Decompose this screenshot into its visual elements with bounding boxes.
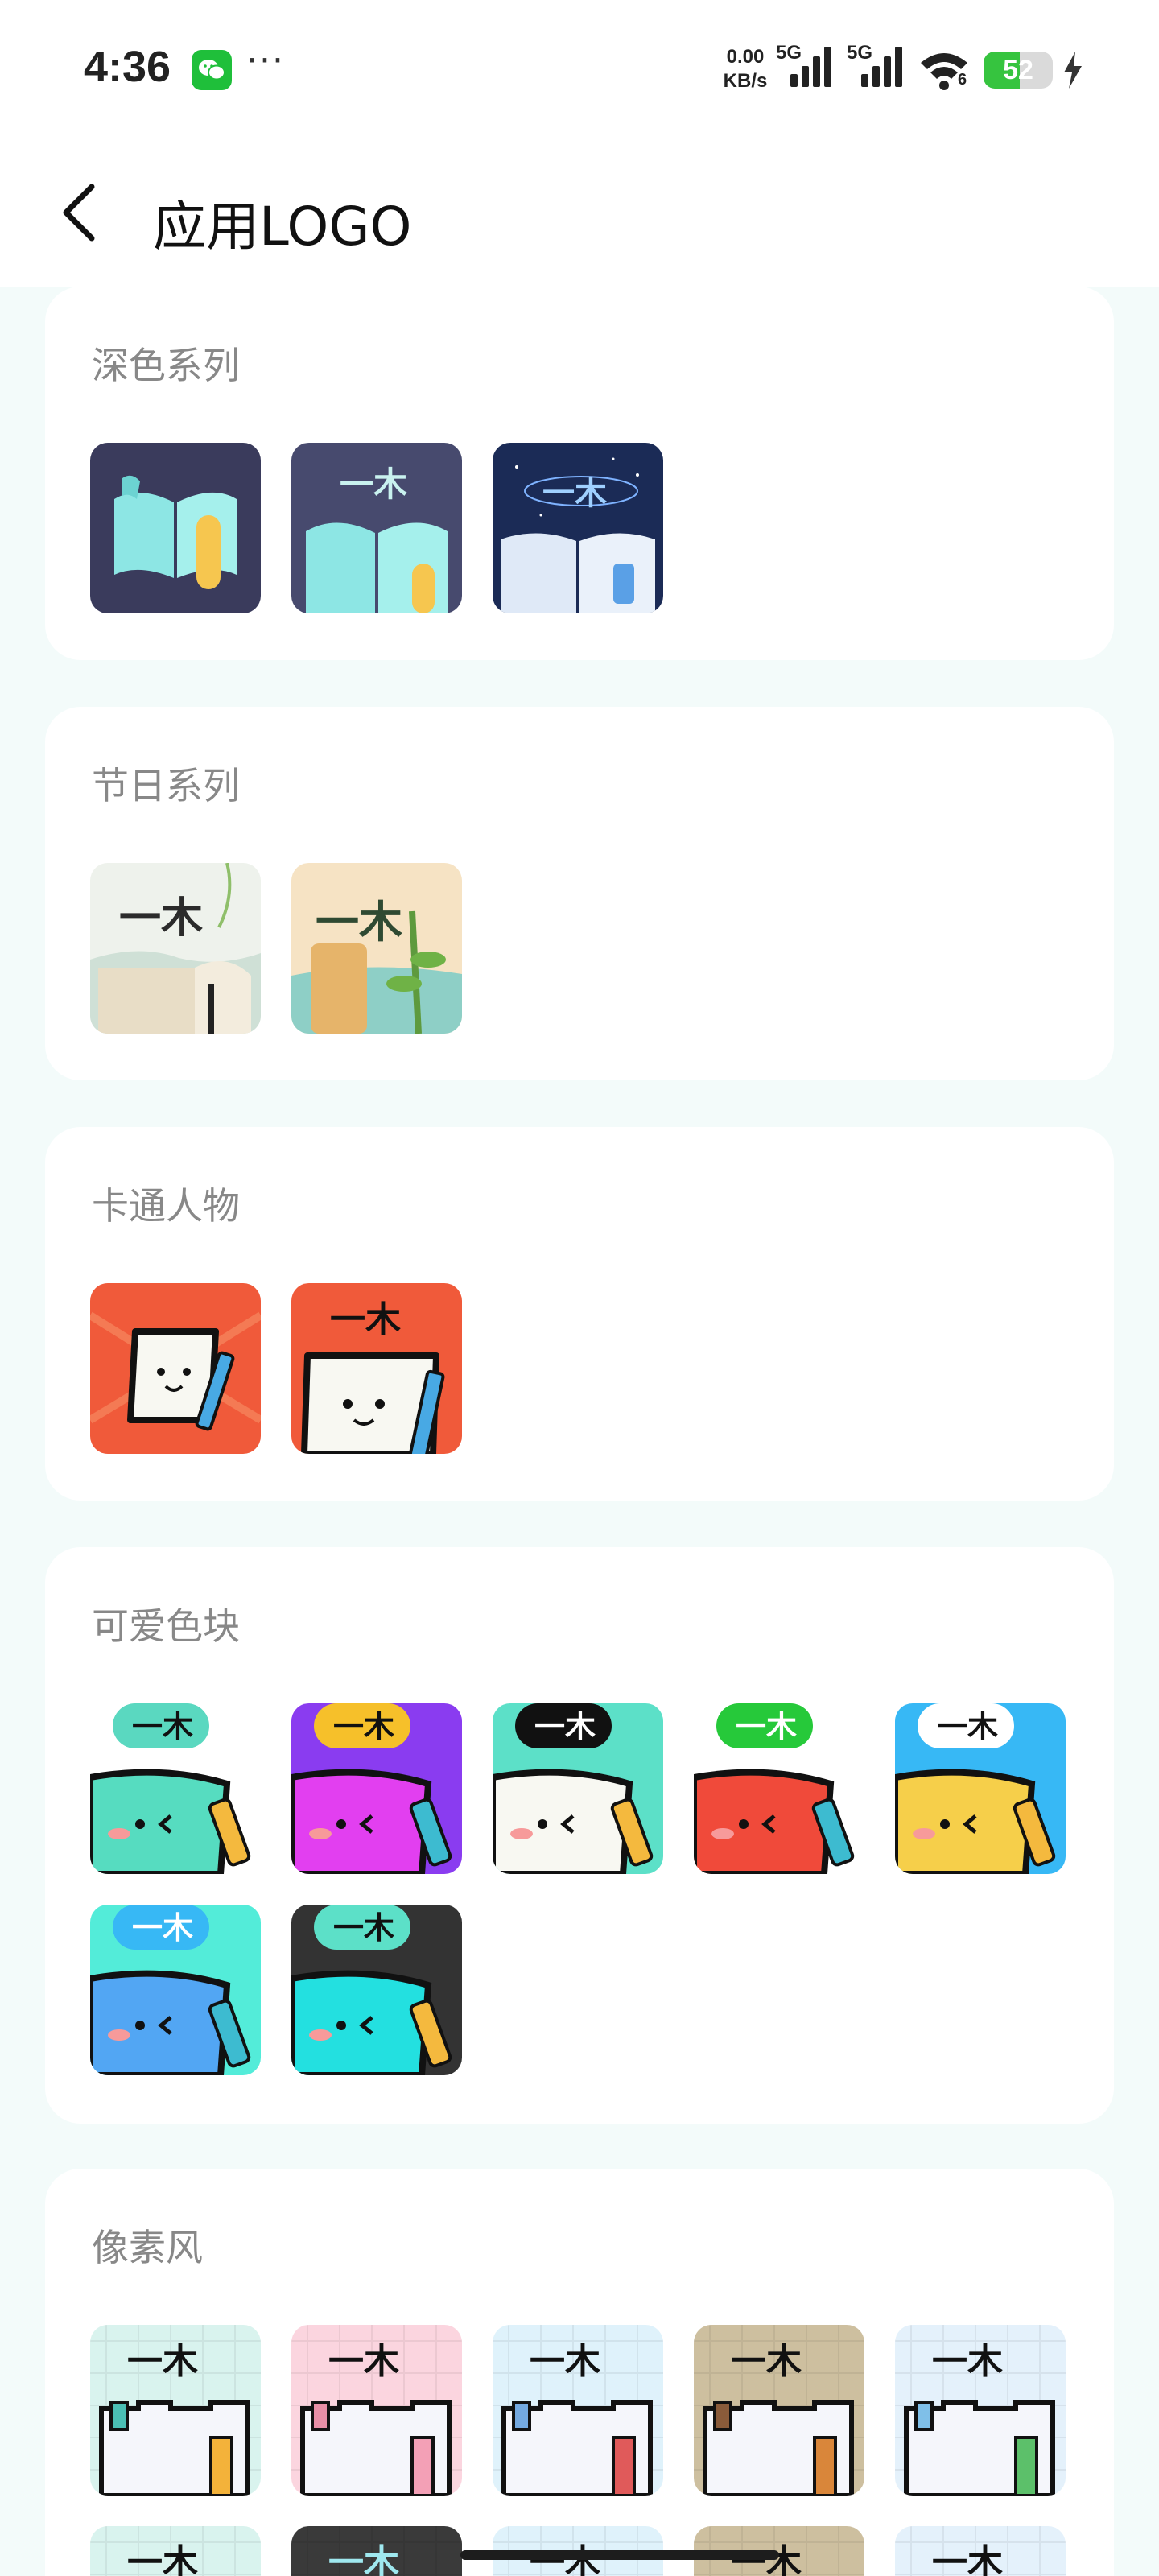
battery-indicator: 52 (984, 52, 1053, 89)
logo-option-dark-book[interactable] (90, 443, 261, 613)
logo-text: 一木 (316, 896, 402, 947)
section-cute-color-blocks: 可爱色块 一木 一木 一木 一木 一木 一木 一木 (45, 1547, 1114, 2124)
status-time: 4:36 (84, 43, 171, 91)
logo-text: 一木 (542, 475, 607, 512)
logo-option-ink-festival[interactable]: 一木 (90, 863, 261, 1034)
logo-option-cute-block[interactable]: 一木 (694, 1703, 864, 1874)
app-header: 应用LOGO (0, 142, 1159, 287)
status-bar: 4:36 ··· 0.00 KB/s 5G 5G 6 52 (0, 0, 1159, 142)
section-title: 节日系列 (92, 764, 240, 807)
logo-text: 一木 (736, 1709, 797, 1744)
logo-text: 一木 (731, 2341, 802, 2382)
charging-icon (1064, 52, 1082, 89)
logo-text: 一木 (127, 2341, 198, 2382)
wechat-notification-icon (192, 50, 232, 90)
section-title: 可爱色块 (92, 1604, 240, 1648)
section-title: 卡通人物 (92, 1184, 240, 1228)
back-button[interactable] (56, 180, 105, 245)
logo-text: 一木 (932, 2341, 1003, 2382)
network-speed: 0.00 KB/s (719, 45, 772, 93)
logo-option-dark-book-text[interactable]: 一木 (291, 443, 462, 613)
logo-text: 一木 (333, 1910, 394, 1946)
section-cartoon-characters: 卡通人物 一木 (45, 1127, 1114, 1501)
logo-option-cute-block[interactable]: 一木 (90, 1905, 261, 2075)
wifi-generation-label: 6 (958, 71, 967, 89)
network-speed-value: 0.00 (726, 46, 765, 68)
logo-option-dragon-festival[interactable]: 一木 (291, 863, 462, 1034)
logo-text: 一木 (937, 1709, 998, 1744)
logo-option-pixel[interactable]: 一木 (895, 2526, 1066, 2576)
logo-option-cartoon-book-character[interactable] (90, 1283, 261, 1454)
more-notifications-icon: ··· (246, 40, 285, 81)
logo-text: 一木 (119, 894, 203, 943)
logo-option-starry-book[interactable]: 一木 (493, 443, 663, 613)
logo-option-cute-block[interactable]: 一木 (90, 1703, 261, 1874)
logo-text: 一木 (534, 1709, 596, 1744)
logo-option-pixel[interactable]: 一木 (694, 2325, 864, 2496)
logo-option-cartoon-book-text[interactable]: 一木 (291, 1283, 462, 1454)
section-pixel-style: 像素风 一木一木一木一木一木一木一木一木一木一木 (45, 2169, 1114, 2576)
logo-text: 一木 (127, 2542, 198, 2576)
logo-text: 一木 (132, 1910, 193, 1946)
logo-text: 一木 (330, 1299, 401, 1340)
battery-level: 52 (1003, 55, 1033, 85)
section-dark-series: 深色系列 一木 一木 (45, 287, 1114, 660)
logo-text: 一木 (333, 1709, 394, 1744)
section-festival-series: 节日系列 一木 一木 (45, 707, 1114, 1080)
page-title: 应用LOGO (153, 196, 412, 258)
logo-option-cute-block[interactable]: 一木 (895, 1703, 1066, 1874)
logo-option-cute-block[interactable]: 一木 (493, 1703, 663, 1874)
network-speed-unit: KB/s (723, 70, 768, 92)
section-title: 深色系列 (92, 344, 240, 387)
home-indicator[interactable] (460, 2550, 779, 2560)
logo-text: 一木 (932, 2542, 1003, 2576)
chevron-left-icon (63, 184, 95, 242)
logo-option-pixel[interactable]: 一木 (895, 2325, 1066, 2496)
logo-option-pixel[interactable]: 一木 (291, 2325, 462, 2496)
logo-text: 一木 (328, 2341, 399, 2382)
logo-option-pixel[interactable]: 一木 (493, 2325, 663, 2496)
sim1-signal-icon (790, 47, 831, 87)
logo-text: 一木 (340, 464, 407, 504)
logo-option-cute-block[interactable]: 一木 (291, 1703, 462, 1874)
logo-option-cute-block[interactable]: 一木 (291, 1905, 462, 2075)
logo-text: 一木 (132, 1709, 193, 1744)
logo-option-pixel[interactable]: 一木 (90, 2325, 261, 2496)
logo-text: 一木 (530, 2341, 600, 2382)
logo-option-pixel[interactable]: 一木 (90, 2526, 261, 2576)
logo-option-pixel[interactable]: 一木 (291, 2526, 462, 2576)
logo-text: 一木 (328, 2542, 399, 2576)
sim2-signal-icon (861, 47, 902, 87)
section-title: 像素风 (92, 2226, 203, 2269)
